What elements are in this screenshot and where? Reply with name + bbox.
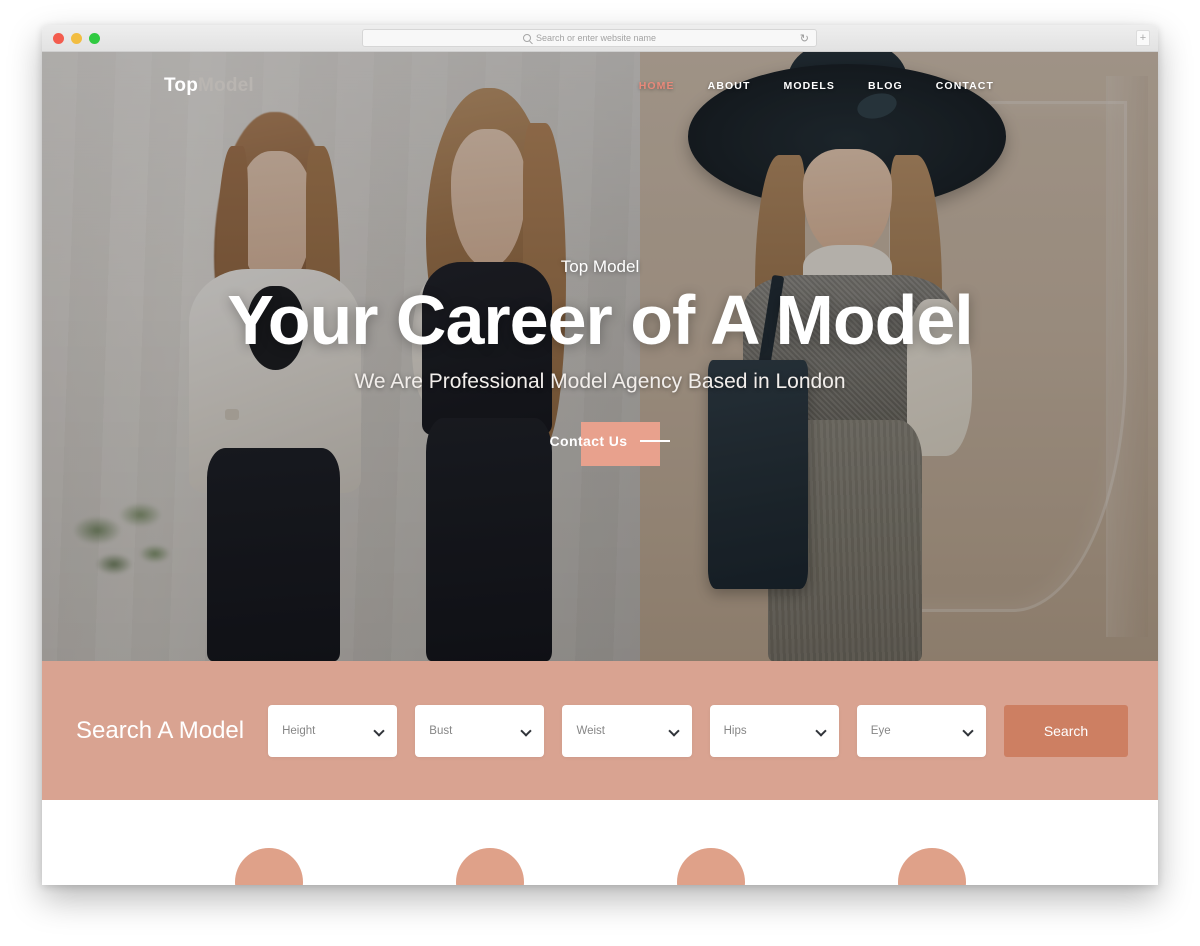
- logo-text-primary: Top: [164, 75, 199, 96]
- hero-content: Top Model Your Career of A Model We Are …: [42, 257, 1158, 467]
- height-select-label: Height: [282, 724, 316, 737]
- chevron-down-icon: [962, 724, 974, 737]
- contact-us-button[interactable]: Contact Us: [530, 420, 671, 462]
- close-window-button[interactable]: [53, 32, 64, 44]
- nav-item-home[interactable]: HOME: [639, 80, 675, 92]
- nav-item-about[interactable]: ABOUT: [708, 80, 751, 92]
- chevron-down-icon: [815, 724, 827, 737]
- browser-titlebar: Search or enter website name ↻ +: [42, 25, 1158, 52]
- bust-select[interactable]: Bust: [415, 704, 545, 757]
- maximize-window-button[interactable]: [89, 32, 100, 44]
- hero-subtitle: We Are Professional Model Agency Based i…: [354, 370, 846, 394]
- search-button[interactable]: Search: [1003, 704, 1129, 757]
- nav-item-blog[interactable]: BLOG: [868, 80, 903, 92]
- feature-circle-icon[interactable]: [234, 848, 303, 885]
- site-navbar: TopModel HOME ABOUT MODELS BLOG CONTACT: [42, 52, 1158, 120]
- feature-circle-icon[interactable]: [676, 848, 745, 885]
- page-viewport: TopModel HOME ABOUT MODELS BLOG CONTACT …: [42, 52, 1158, 885]
- nav-menu: HOME ABOUT MODELS BLOG CONTACT: [639, 80, 1136, 92]
- feature-circle-icon[interactable]: [455, 848, 524, 885]
- window-controls: [53, 32, 100, 44]
- feature-circle-icon[interactable]: [897, 848, 966, 885]
- search-section-title: Search A Model: [76, 716, 245, 744]
- reload-icon[interactable]: ↻: [800, 33, 809, 45]
- waist-select-label: Weist: [576, 724, 605, 737]
- hips-select[interactable]: Hips: [709, 704, 839, 757]
- chevron-down-icon: [667, 724, 680, 737]
- model-search-section: Search A Model Height Bust Weist Hips Ey…: [42, 661, 1158, 800]
- hips-select-label: Hips: [723, 724, 747, 737]
- eye-select-label: Eye: [870, 724, 891, 737]
- nav-item-models[interactable]: MODELS: [783, 80, 835, 92]
- waist-select[interactable]: Weist: [562, 704, 692, 757]
- address-bar[interactable]: Search or enter website name ↻: [362, 29, 817, 47]
- features-section: [42, 800, 1158, 885]
- hero-kicker: Top Model: [560, 257, 640, 276]
- contact-us-label: Contact Us: [549, 433, 628, 450]
- site-logo[interactable]: TopModel: [164, 75, 254, 97]
- search-icon: [522, 34, 531, 42]
- bust-select-label: Bust: [429, 724, 453, 737]
- browser-window: Search or enter website name ↻ + TopMode…: [42, 25, 1158, 885]
- hero-title: Your Career of A Model: [227, 281, 974, 359]
- new-tab-button[interactable]: +: [1136, 30, 1150, 46]
- hero-cta-wrapper: Contact Us: [530, 420, 671, 467]
- logo-text-secondary: Model: [198, 75, 254, 96]
- address-bar-content: Search or enter website name: [522, 33, 657, 43]
- arrow-line-icon: [640, 440, 671, 443]
- chevron-down-icon: [520, 724, 533, 737]
- minimize-window-button[interactable]: [71, 32, 82, 44]
- height-select[interactable]: Height: [268, 704, 398, 757]
- chevron-down-icon: [373, 724, 385, 737]
- eye-select[interactable]: Eye: [856, 704, 986, 757]
- address-bar-placeholder: Search or enter website name: [535, 33, 657, 43]
- nav-item-contact[interactable]: CONTACT: [936, 80, 994, 92]
- hero-section: TopModel HOME ABOUT MODELS BLOG CONTACT …: [42, 52, 1158, 661]
